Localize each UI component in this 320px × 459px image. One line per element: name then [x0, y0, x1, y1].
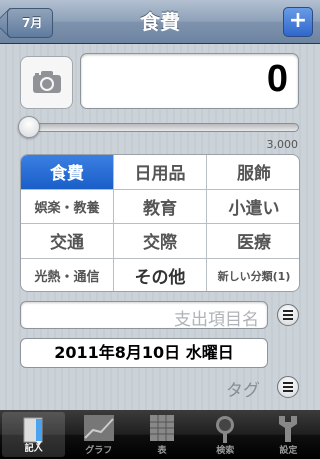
slider-max-label: 3,000 [266, 138, 299, 151]
category-transport[interactable]: 交通 [21, 224, 114, 259]
item-list-button[interactable] [277, 304, 299, 326]
date-field[interactable]: 2011年8月10日 水曜日 [20, 338, 268, 368]
tab-entry[interactable]: 記入 [2, 412, 66, 457]
table-icon [150, 415, 174, 441]
category-entertainment[interactable]: 娯楽・教養 [21, 189, 114, 224]
category-other[interactable]: その他 [114, 258, 207, 291]
tag-label: タグ [226, 381, 260, 401]
category-grid: 食費 日用品 服飾 娯楽・教養 教育 小遣い 交通 交際 医療 光熱・通信 その… [20, 154, 300, 292]
amount-value: 0 [266, 58, 288, 100]
list-icon-line [283, 314, 293, 316]
tab-table-label: 表 [157, 446, 167, 456]
amount-slider-track[interactable] [22, 123, 299, 132]
tag-list-button[interactable] [277, 376, 299, 398]
tab-search-label: 検索 [216, 446, 235, 456]
tab-table[interactable]: 表 [130, 410, 193, 459]
list-icon-line [283, 390, 293, 392]
category-medical[interactable]: 医療 [207, 224, 299, 259]
wrench-icon [279, 416, 298, 442]
camera-button[interactable] [20, 56, 73, 109]
category-food[interactable]: 食費 [21, 155, 114, 190]
item-name-placeholder: 支出項目名 [174, 310, 259, 330]
graph-icon [83, 415, 114, 441]
camera-icon [33, 71, 61, 93]
back-button-label: 7月 [7, 8, 53, 38]
tab-graph-label: グラフ [85, 446, 113, 456]
list-icon-line [283, 382, 293, 384]
category-allowance[interactable]: 小遣い [207, 190, 299, 224]
amount-field[interactable]: 0 [80, 53, 299, 109]
category-new[interactable]: 新しい分類(1) [207, 259, 299, 292]
tab-graph[interactable]: グラフ [67, 410, 130, 459]
category-social[interactable]: 交際 [114, 224, 207, 259]
category-utilities[interactable]: 光熱・通信 [21, 258, 114, 291]
item-name-input[interactable]: 支出項目名 [20, 301, 268, 330]
magnifier-icon [216, 416, 235, 443]
category-education[interactable]: 教育 [114, 189, 207, 224]
tab-search[interactable]: 検索 [194, 410, 257, 459]
list-icon-line [283, 318, 293, 320]
category-clothing[interactable]: 服飾 [207, 155, 299, 190]
add-button[interactable]: + [283, 7, 313, 37]
amount-slider-thumb[interactable] [18, 116, 40, 138]
back-button[interactable]: 7月 [7, 8, 57, 38]
tab-settings[interactable]: 設定 [257, 410, 320, 459]
tab-entry-label: 記入 [24, 444, 43, 454]
tab-bar: 記入 グラフ 表 検索 設定 [0, 410, 320, 459]
tab-settings-label: 設定 [279, 446, 298, 456]
category-daily-goods[interactable]: 日用品 [114, 155, 207, 190]
list-icon-line [283, 310, 293, 312]
list-icon-line [283, 386, 293, 388]
